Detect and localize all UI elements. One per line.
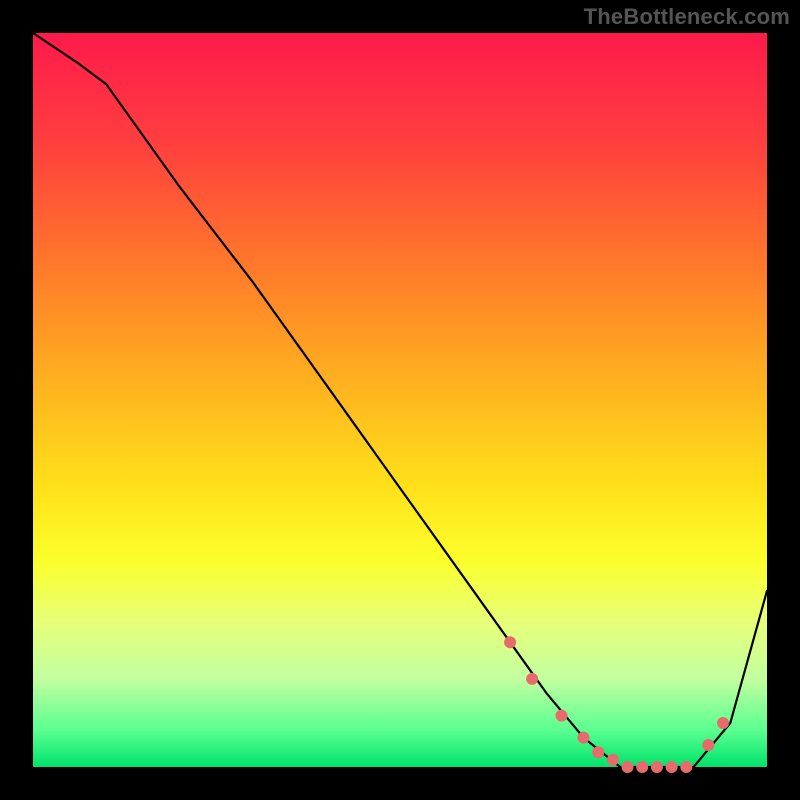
marker-dot (717, 717, 729, 729)
marker-dot (592, 746, 604, 758)
chart-overlay (33, 33, 767, 767)
marker-dot (702, 739, 714, 751)
marker-dot (622, 761, 634, 773)
marker-dot (504, 636, 516, 648)
marker-dot (607, 754, 619, 766)
marker-dot (556, 710, 568, 722)
curve-line (33, 33, 767, 767)
marker-dot (651, 761, 663, 773)
marker-dot (636, 761, 648, 773)
marker-dot (666, 761, 678, 773)
marker-group (504, 636, 729, 773)
watermark-text: TheBottleneck.com (584, 4, 790, 30)
frame: TheBottleneck.com (0, 0, 800, 800)
marker-dot (680, 761, 692, 773)
marker-dot (526, 673, 538, 685)
marker-dot (578, 732, 590, 744)
